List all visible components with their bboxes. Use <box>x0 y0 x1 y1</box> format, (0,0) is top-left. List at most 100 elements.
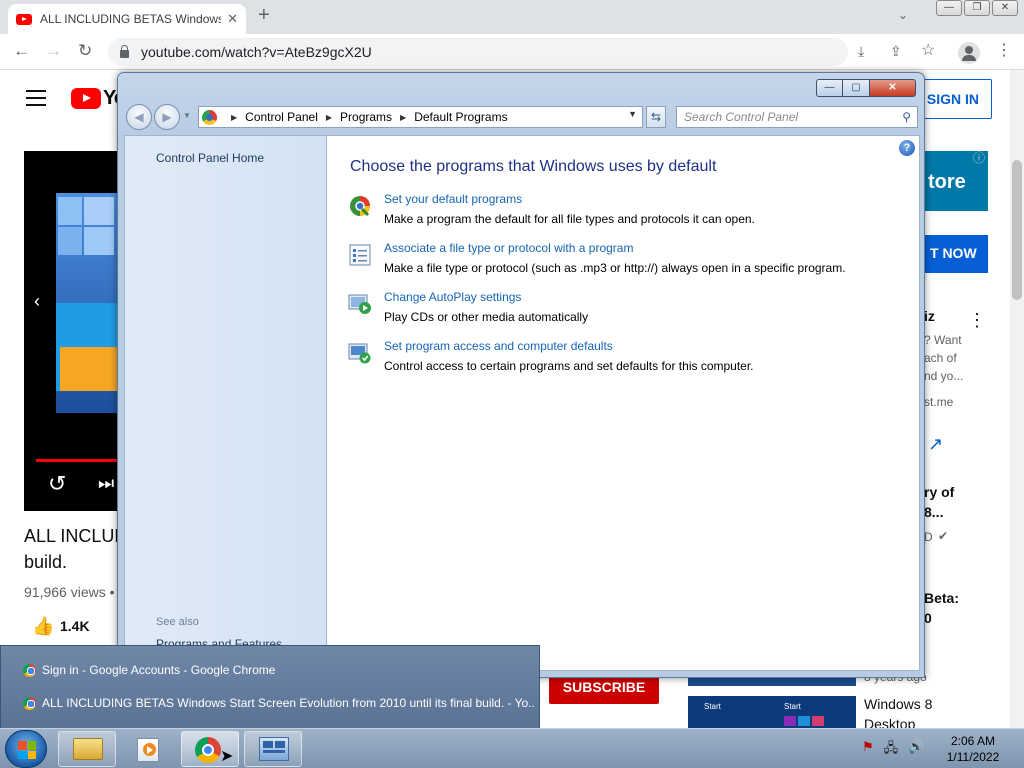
recent-pages-chevron-icon[interactable]: ▼ <box>183 111 191 120</box>
side-video-title-3b: Desktop <box>864 716 916 728</box>
thumbnail-title: ALL INCLUDING BETAS Windows Start Screen… <box>42 696 535 710</box>
forward-arrow-icon[interactable]: → <box>45 40 62 62</box>
close-button[interactable]: ✕ <box>870 79 916 97</box>
option-autoplay: Change AutoPlay settings Play CDs or oth… <box>348 290 908 330</box>
browser-tab-strip: ALL INCLUDING BETAS Windows Start Screen… <box>0 0 1024 34</box>
like-icon[interactable]: 👍 <box>32 616 54 637</box>
ad-info-icon[interactable]: ⓘ <box>973 149 985 166</box>
set-default-programs-link[interactable]: Set your default programs <box>384 192 522 206</box>
option-file-association: Associate a file type or protocol with a… <box>348 241 908 281</box>
start-button[interactable] <box>5 730 47 768</box>
address-bar[interactable]: youtube.com/watch?v=AteBz9gcX2U <box>108 38 848 66</box>
back-arrow-icon[interactable]: ← <box>13 40 30 62</box>
program-access-desc: Control access to certain programs and s… <box>384 359 754 373</box>
maximize-button[interactable]: ▢ <box>843 79 870 97</box>
thumb-start-1: Start <box>704 702 721 711</box>
more-options-icon[interactable]: ⋮ <box>968 310 986 331</box>
forward-arrow-icon[interactable]: ▶ <box>154 104 180 130</box>
hamburger-menu-icon[interactable] <box>26 90 46 106</box>
clock-date: 1/11/2022 <box>946 750 1000 764</box>
video-player[interactable]: ‹ ↺ ⏭ <box>24 151 118 511</box>
scrollbar-thumb[interactable] <box>1012 160 1022 300</box>
previous-slide-icon[interactable]: ‹ <box>34 291 40 312</box>
option-program-access: Set program access and computer defaults… <box>348 339 908 379</box>
media-player-icon <box>137 738 159 762</box>
change-autoplay-link[interactable]: Change AutoPlay settings <box>384 290 521 304</box>
next-video-icon[interactable]: ⏭ <box>98 473 114 494</box>
menu-kebab-icon[interactable]: ⋮ <box>996 40 1012 62</box>
page-title: Choose the programs that Windows uses by… <box>350 158 717 175</box>
search-icon[interactable]: ⚲ <box>902 107 911 127</box>
breadcrumb-programs[interactable]: Programs <box>340 110 392 124</box>
search-placeholder: Search Control Panel <box>684 110 799 124</box>
action-center-flag-icon[interactable]: ⚑ <box>862 739 874 761</box>
side-video-title-1: ry of <box>924 484 955 500</box>
side-video-thumbnail[interactable]: Start Start <box>688 696 856 728</box>
replay-icon[interactable]: ↺ <box>48 471 66 497</box>
search-input[interactable]: Search Control Panel ⚲ <box>676 106 918 128</box>
taskbar-chrome[interactable]: ➤ <box>181 731 239 767</box>
share-icon[interactable]: ⇪ <box>890 40 902 62</box>
side-video-title-1b: 8... <box>924 504 944 520</box>
reload-icon[interactable]: ↻ <box>78 40 92 62</box>
breadcrumb-separator-icon[interactable]: ▶ <box>326 113 332 122</box>
taskbar-control-panel[interactable] <box>244 731 302 767</box>
new-tab-button[interactable]: + <box>258 4 270 27</box>
install-app-icon[interactable]: ⤓ <box>858 40 864 62</box>
refresh-icon[interactable]: ⇆ <box>646 106 666 128</box>
ad-cta-button[interactable]: T NOW <box>924 235 988 273</box>
windows-logo-icon <box>18 741 36 759</box>
control-panel-icon <box>259 737 289 761</box>
breadcrumb-default-programs[interactable]: Default Programs <box>414 110 507 124</box>
page-scrollbar[interactable] <box>1010 70 1024 728</box>
bookmark-star-icon[interactable]: ☆ <box>921 40 935 62</box>
chrome-icon <box>23 696 36 710</box>
taskbar-media-player[interactable] <box>118 731 176 767</box>
side-quiz: iz <box>924 308 935 324</box>
system-clock[interactable]: 2:06 AM 1/11/2022 <box>938 733 1008 765</box>
thumb-start-2: Start <box>784 702 801 711</box>
youtube-logo-icon[interactable] <box>71 88 101 109</box>
side-text-1: ? Want <box>924 333 962 347</box>
control-panel-home-link[interactable]: Control Panel Home <box>156 151 264 165</box>
address-dropdown-icon[interactable]: ▼ <box>628 109 637 119</box>
clock-time: 2:06 AM <box>950 734 996 748</box>
thumbnail-item[interactable]: ALL INCLUDING BETAS Windows Start Screen… <box>7 689 535 717</box>
program-access-link[interactable]: Set program access and computer defaults <box>384 339 613 353</box>
ad-banner[interactable]: tore ⓘ <box>924 151 988 211</box>
close-tab-icon[interactable]: ✕ <box>227 11 238 27</box>
program-access-icon <box>348 343 371 364</box>
close-button[interactable]: ✕ <box>992 0 1018 16</box>
minimize-button[interactable]: — <box>816 79 843 97</box>
set-default-programs-desc: Make a program the default for all file … <box>384 212 755 226</box>
profile-avatar[interactable] <box>958 42 980 64</box>
browser-window-controls: — ❐ ✕ <box>936 0 1018 16</box>
control-panel-icon <box>202 109 217 125</box>
network-icon[interactable]: 🖧 <box>884 739 899 761</box>
taskbar-explorer[interactable] <box>58 731 116 767</box>
chrome-icon <box>23 663 36 677</box>
tab-title: ALL INCLUDING BETAS Windows Start Screen… <box>40 12 222 26</box>
help-icon[interactable]: ? <box>899 140 915 156</box>
volume-icon[interactable]: 🔊 <box>908 739 924 761</box>
autoplay-icon <box>348 294 371 314</box>
thumbnail-title: Sign in - Google Accounts - Google Chrom… <box>42 663 276 677</box>
sign-in-button[interactable]: SIGN IN <box>915 79 992 119</box>
tab-search-icon[interactable]: ⌄ <box>898 8 908 22</box>
browser-tab[interactable]: ALL INCLUDING BETAS Windows Start Screen… <box>8 4 246 34</box>
breadcrumb-control-panel[interactable]: Control Panel <box>245 110 318 124</box>
breadcrumb-separator-icon[interactable]: ▶ <box>231 113 237 122</box>
external-link-icon[interactable]: ↗ <box>928 434 943 455</box>
control-panel-window: — ▢ ✕ ◀ ▶ ▼ ▶ Control Panel ▶ Programs ▶… <box>117 72 925 678</box>
thumbnail-item[interactable]: Sign in - Google Accounts - Google Chrom… <box>7 656 535 684</box>
address-bar[interactable]: ▶ Control Panel ▶ Programs ▶ Default Pro… <box>198 106 643 128</box>
associate-file-type-link[interactable]: Associate a file type or protocol with a… <box>384 241 633 255</box>
url-text: youtube.com/watch?v=AteBz9gcX2U <box>141 44 372 60</box>
taskbar-thumbnail-list: Sign in - Google Accounts - Google Chrom… <box>0 645 540 728</box>
like-count: 1.4K <box>60 618 90 634</box>
breadcrumb-separator-icon[interactable]: ▶ <box>400 113 406 122</box>
restore-button[interactable]: ❐ <box>964 0 990 16</box>
back-arrow-icon[interactable]: ◀ <box>126 104 152 130</box>
minimize-button[interactable]: — <box>936 0 962 16</box>
see-also-heading: See also <box>156 616 199 628</box>
